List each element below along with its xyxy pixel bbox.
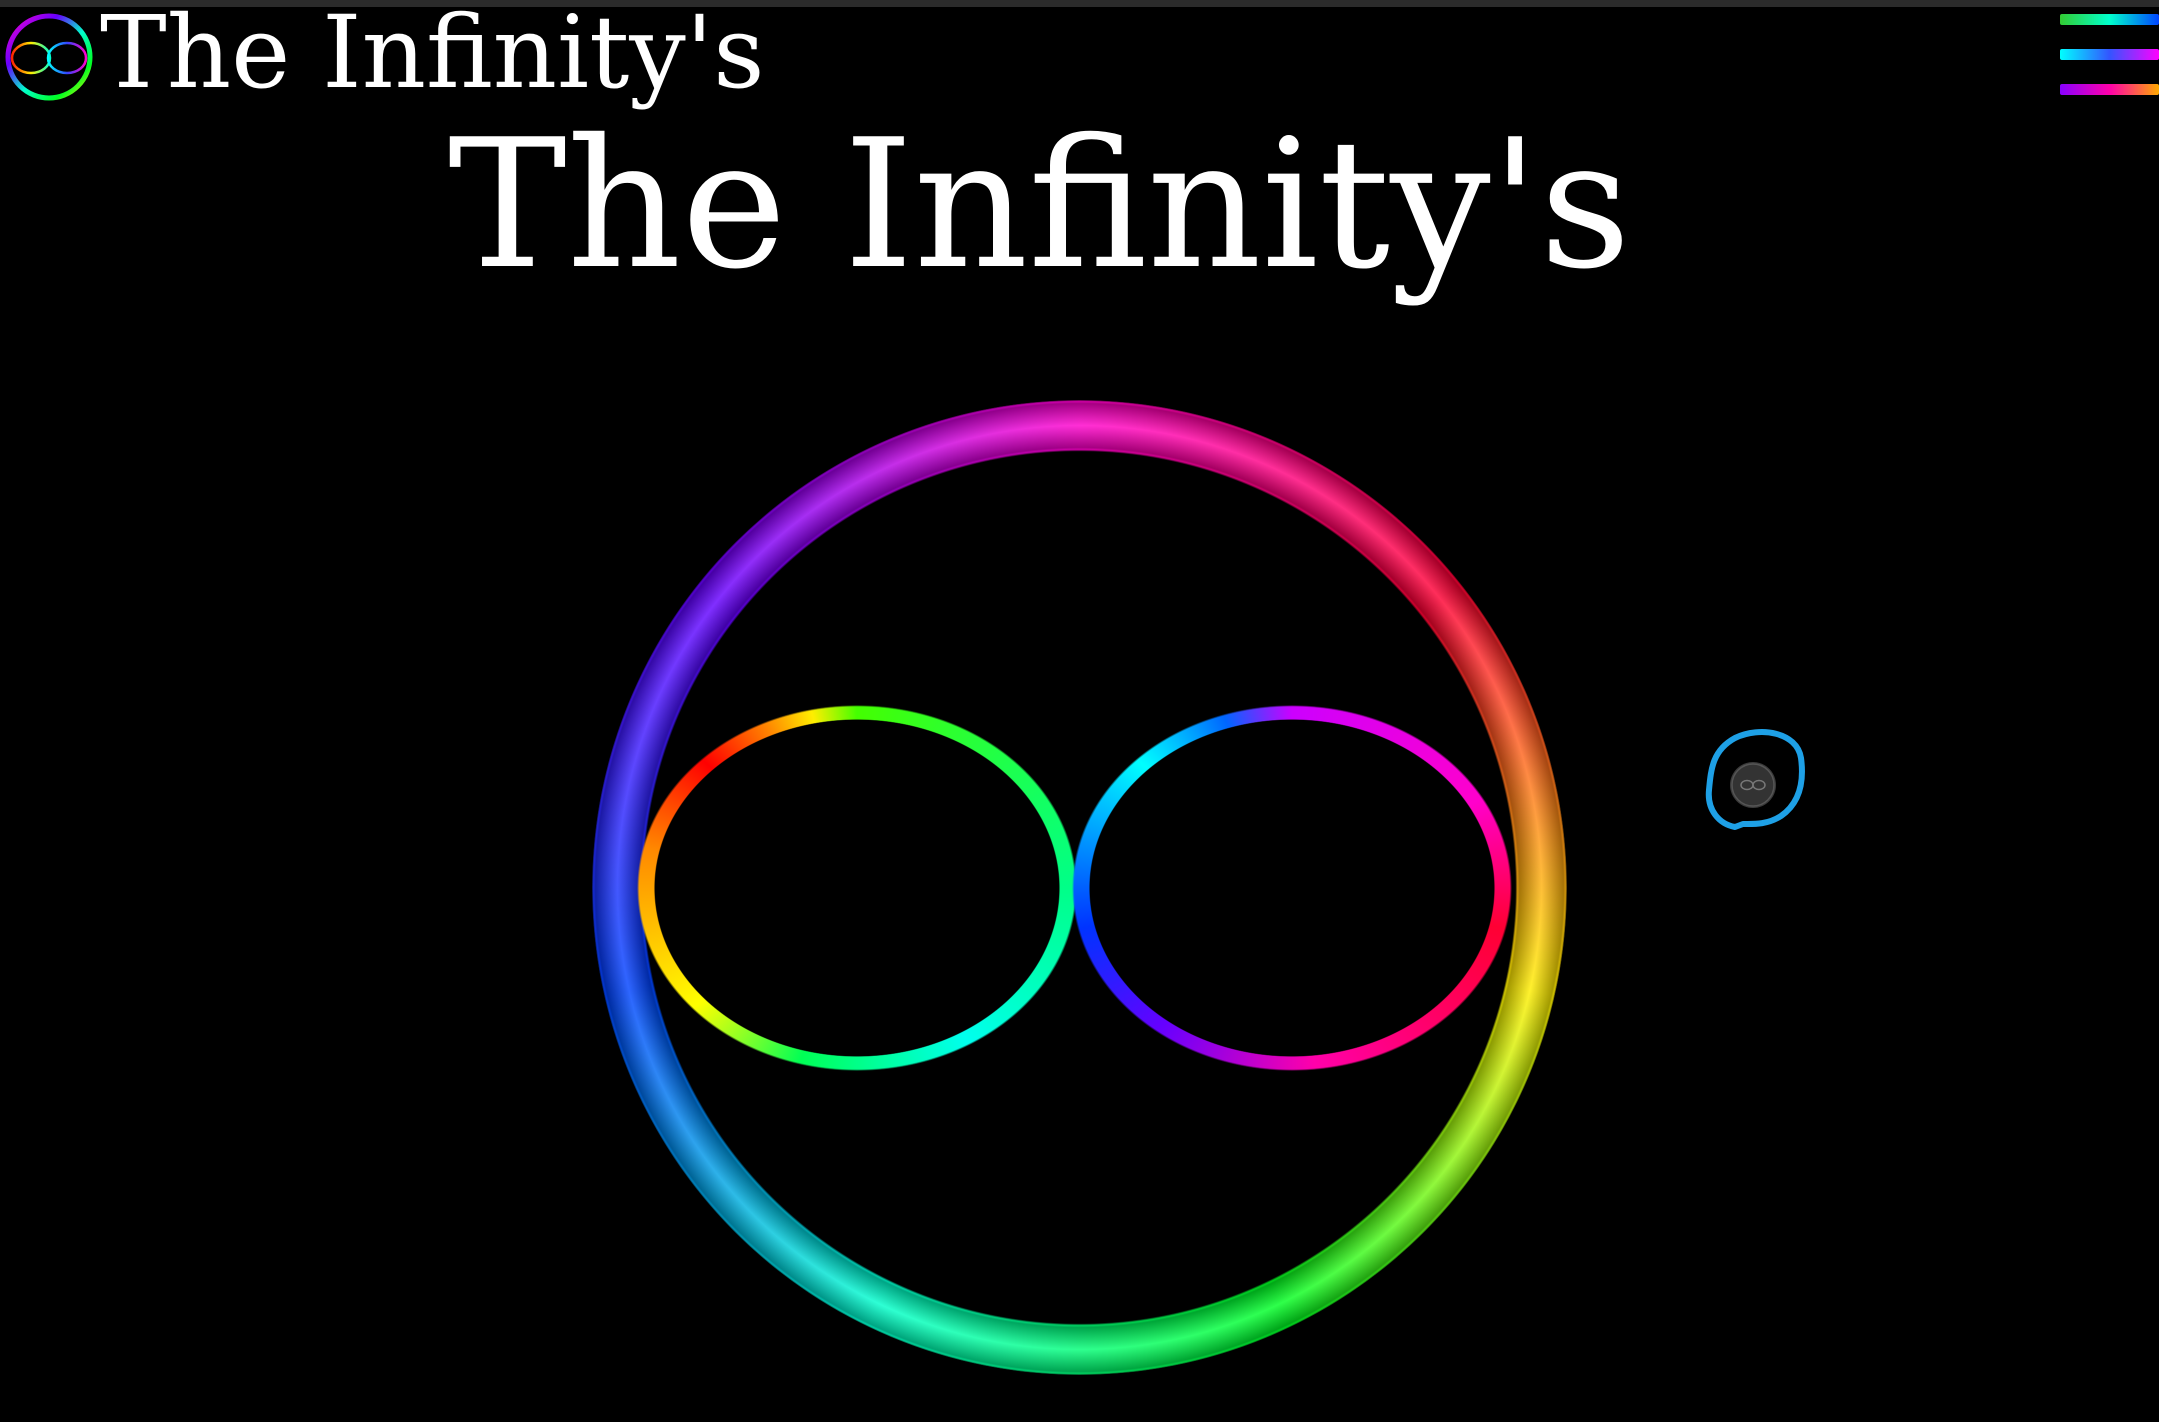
infinity-ring-logo-icon: [5, 13, 93, 101]
menu-bar-middle: [2060, 49, 2159, 60]
rainbow-infinity-in-ring-icon: [592, 400, 1567, 1375]
menu-bar-top: [2060, 14, 2159, 25]
infinity-left-loop: [637, 705, 1077, 1071]
brand-home-link[interactable]: The Infinity's: [4, 3, 765, 107]
infinity-sketch-button-icon: [1705, 729, 1805, 830]
rainbow-hamburger-menu-icon[interactable]: [2060, 14, 2159, 100]
infinity-right-loop: [1072, 705, 1512, 1071]
brand-title: The Infinity's: [100, 0, 765, 111]
infinity-sketch-button[interactable]: [1705, 728, 1805, 832]
menu-bar-bottom: [2060, 84, 2159, 95]
page-title: The Infinity's: [448, 101, 1631, 308]
